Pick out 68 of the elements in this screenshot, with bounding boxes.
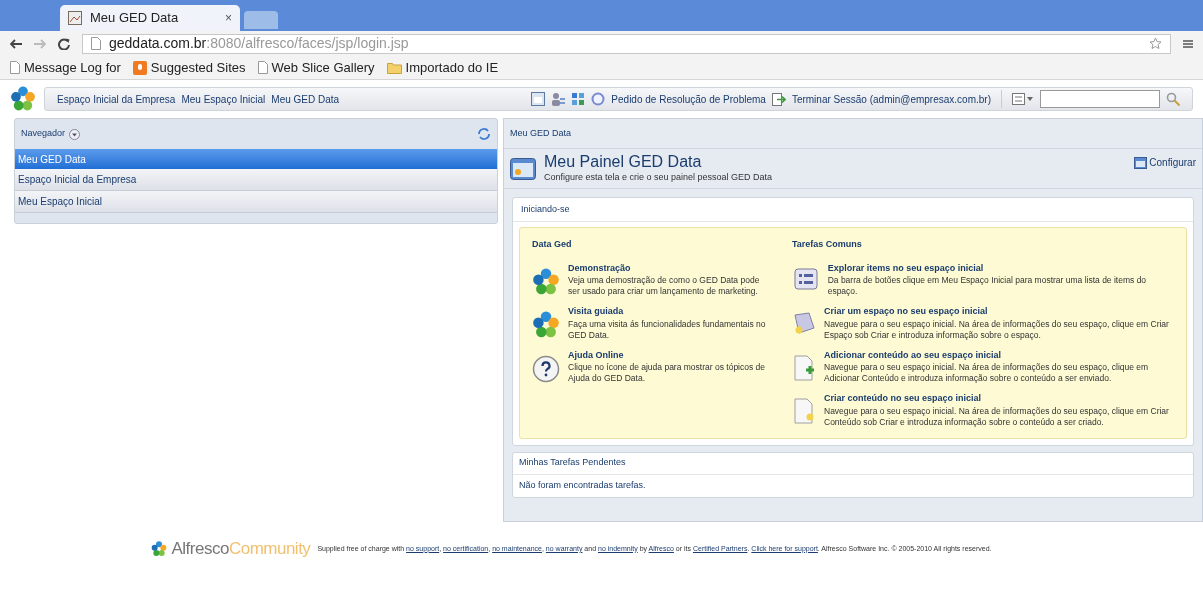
task-description: Da barra de botões clique em Meu Espaço Inicial para mostrar uma lista de items do espaço. <box>827 275 1148 297</box>
logo-icon <box>532 311 560 339</box>
close-icon[interactable]: × <box>225 9 232 27</box>
nav-link[interactable]: Meu GED Data <box>271 91 340 107</box>
task-description: Navegue para o seu espaço inicial. Na área de informações do seu espaço, clique em Adicionar Conteúdo e introduza informação sobre o conteúdo a ser enviado. <box>824 362 1150 384</box>
logout-link[interactable]: Terminar Sessão (admin@empresax.com.br) <box>791 91 991 107</box>
navigator-item[interactable]: Meu Espaço Inicial <box>15 191 497 213</box>
page-icon <box>10 61 20 74</box>
search-field[interactable] <box>1040 90 1160 108</box>
bookmark[interactable]: Web Slice Gallery <box>257 57 375 78</box>
bookmark[interactable]: Importado do IE <box>386 57 499 78</box>
configure-link[interactable]: Configurar <box>1134 155 1196 170</box>
task-link[interactable]: Demonstração <box>568 261 772 275</box>
page-icon <box>257 61 268 74</box>
empty-message: Não foram encontradas tarefas. <box>518 478 647 492</box>
breadcrumb: Meu GED Data <box>504 119 1202 149</box>
help-link[interactable]: Pedido de Resolução de Problema <box>611 91 766 107</box>
users-icon[interactable] <box>551 92 566 106</box>
refresh-icon[interactable] <box>477 127 491 141</box>
bookmark[interactable]: Message Log for <box>10 57 121 78</box>
address-field[interactable]: geddata.com.br:8080/alfresco/faces/jsp/login.jsp <box>82 33 1171 54</box>
nav-link[interactable]: Espaço Inicial da Empresa <box>57 91 176 107</box>
logo-icon <box>151 540 168 557</box>
navigator-item[interactable]: Espaço Inicial da Empresa <box>15 169 497 191</box>
new-document-icon <box>792 398 816 424</box>
suggested-sites-icon <box>132 60 147 75</box>
column-heading: Data Ged <box>532 238 573 251</box>
menu-icon[interactable] <box>1183 38 1193 49</box>
logout-icon[interactable] <box>771 92 786 106</box>
logo-icon <box>532 267 560 296</box>
task-link[interactable]: Explorar items no seu espaço inicial <box>827 261 1174 275</box>
brand-name: AlfrescoCommunity <box>171 538 311 560</box>
task-link[interactable]: Ajuda Online <box>568 348 772 362</box>
task-description: Clique no ícone de ajuda para mostrar os tópicos de Ajuda do GED Data. <box>568 362 767 384</box>
task-description: Faça uma visita ás funcionalidades fundamentais no GED Data. <box>568 318 767 341</box>
page-subtitle: Configure esta tela e crie o seu painel pessoal GED Data <box>544 170 774 184</box>
reload-icon[interactable] <box>58 37 70 50</box>
search-icon[interactable] <box>1166 92 1180 106</box>
page-favicon-icon <box>68 11 82 25</box>
view-options-icon[interactable] <box>1012 93 1034 105</box>
configure-icon <box>1134 156 1148 169</box>
section-title: Minhas Tarefas Pendentes <box>513 452 1193 475</box>
column-heading: Tarefas Comuns <box>792 238 863 251</box>
dashboard-icon <box>510 157 536 180</box>
task-description: Navegue para o seu espaço inicial. Na área de informações do seu espaço, clique em Criar Conteúdo sob Criar e introduza informação sobre o conteúdo a ser criado. <box>824 405 1170 428</box>
bookmark[interactable]: Suggested Sites <box>132 57 246 78</box>
section-title: Iniciando-se <box>513 198 1193 222</box>
url-path: :8080/alfresco/faces/jsp/login.jsp <box>206 35 409 51</box>
task-link[interactable]: Criar conteúdo no seu espaço inicial <box>824 392 1174 406</box>
logo-icon <box>10 86 36 112</box>
task-link[interactable]: Criar um espaço no seu espaço inicial <box>824 305 1174 319</box>
panel-title: Navegador <box>21 127 66 141</box>
list-icon <box>793 267 818 290</box>
url-host: geddata.com.br <box>109 35 207 51</box>
task-description: Navegue para o seu espaço inicial. Na área de informações do seu espaço, clique em Criar Espaço sob Criar e introduza informação sobre o espaço. <box>824 318 1170 341</box>
dropdown-icon[interactable] <box>69 128 81 140</box>
page-title: Meu Painel GED Data <box>544 152 703 171</box>
page-icon <box>91 37 101 50</box>
task-link[interactable]: Adicionar conteúdo ao seu espaço inicial <box>824 348 1174 362</box>
browser-tab[interactable]: Meu GED Data × <box>60 5 240 31</box>
tab-title: Meu GED Data <box>90 9 180 28</box>
navigator-item[interactable]: Meu GED Data <box>15 149 497 169</box>
nav-link[interactable]: Meu Espaço Inicial <box>181 91 266 107</box>
star-icon[interactable] <box>1149 37 1162 50</box>
add-document-icon <box>792 354 816 381</box>
back-icon[interactable] <box>10 38 22 49</box>
task-description: Veja uma demostração de como o GED Data pode ser usado para criar um lançamento de marketing. <box>568 275 761 297</box>
task-link[interactable]: Visita guiada <box>568 305 772 319</box>
